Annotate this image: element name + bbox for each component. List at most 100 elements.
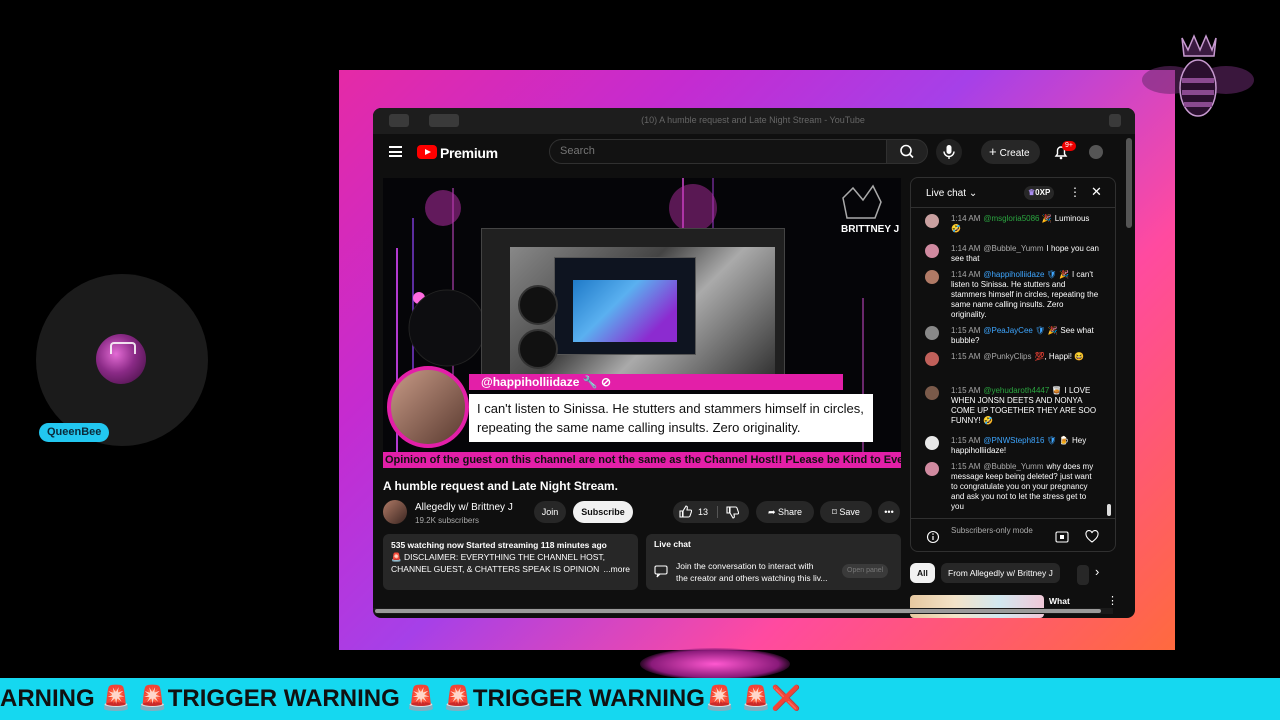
chat-timestamp: 1:15 AM	[951, 326, 981, 335]
chat-message[interactable]: 1:15 AM @PNWSteph816 🛡 🍺 Hey happiholliida…	[925, 436, 1099, 456]
chat-message[interactable]: 1:14 AM @happiholliidaze 🛡 🎉 I can't liste…	[925, 270, 1099, 320]
chat-author-avatar[interactable]	[925, 386, 939, 400]
chip-overflow[interactable]	[1077, 565, 1089, 585]
like-dislike-group: 13	[673, 501, 749, 523]
account-avatar[interactable]	[1089, 145, 1103, 159]
close-icon[interactable]: ✕	[1091, 184, 1102, 200]
live-chat-panel: Live chat ⌄ ♛0XP ⋮ ✕ 1:14 AM @msgloria508…	[910, 177, 1116, 552]
chevron-down-icon: ⌄	[968, 188, 978, 199]
chat-bubble-icon	[654, 565, 668, 578]
search-icon	[900, 144, 914, 159]
share-browser-icon[interactable]	[1109, 114, 1121, 127]
chat-author[interactable]: @PNWSteph816 🛡 🍺	[983, 436, 1069, 445]
browser-window: (10) A humble request and Late Night Str…	[373, 108, 1135, 618]
sidebar-toggle-icon[interactable]	[389, 114, 409, 127]
chat-timestamp: 1:14 AM	[951, 270, 981, 279]
create-label: Create	[999, 148, 1030, 159]
chat-scrollbar[interactable]	[1107, 504, 1111, 516]
join-button[interactable]: Join	[534, 501, 566, 523]
chat-author[interactable]: @PeaJayCee 🛡 🎉	[983, 326, 1057, 335]
xp-badge[interactable]: ♛0XP	[1024, 186, 1055, 200]
chevron-right-icon[interactable]: ›	[1095, 564, 1099, 579]
youtube-logo-icon[interactable]	[417, 145, 437, 159]
chat-message[interactable]: 1:15 AM @PeaJayCee 🛡 🎉 See what bubble?	[925, 326, 1099, 346]
chat-author-avatar[interactable]	[925, 270, 939, 284]
chat-author-avatar[interactable]	[925, 462, 939, 476]
chat-mode-dropdown[interactable]: Live chat ⌄	[926, 188, 977, 199]
video-player[interactable]: BRITTNEY J @happiholliidaze 🔧 ⊘ I can't …	[383, 178, 901, 468]
channel-avatar[interactable]	[383, 500, 407, 524]
description-more-link[interactable]: ...more	[601, 563, 630, 575]
plus-icon: +	[989, 144, 997, 159]
info-icon[interactable]	[926, 530, 940, 544]
description-stats: 535 watching now Started streaming 118 m…	[391, 540, 607, 550]
channel-name[interactable]: Allegedly w/ Brittney J	[415, 502, 513, 513]
chat-author[interactable]: @Bubble_Yumm	[983, 462, 1043, 471]
live-chat-box: Live chat Join the conversation to inter…	[646, 534, 901, 590]
chat-author[interactable]: @PunkyClips	[983, 352, 1031, 361]
chat-author[interactable]: @yehudaroth4447 🥃	[983, 386, 1061, 395]
brand-label[interactable]: Premium	[440, 145, 498, 161]
recommendation-thumbnail[interactable]	[910, 595, 1044, 618]
heart-icon[interactable]	[1085, 530, 1099, 543]
open-panel-button[interactable]: Open panel	[842, 564, 889, 578]
chat-author[interactable]: @msgloria5086 🎉	[983, 214, 1051, 223]
nav-arrows-icon[interactable]	[429, 114, 459, 127]
brand-watermark: BRITTNEY J	[841, 224, 900, 235]
page-vertical-scrollbar[interactable]	[1126, 138, 1132, 228]
search-box[interactable]	[549, 139, 887, 164]
chat-author-avatar[interactable]	[925, 326, 939, 340]
video-title: A humble request and Late Night Stream.	[383, 479, 618, 493]
notification-badge: 9+	[1062, 141, 1076, 151]
search-button[interactable]	[886, 139, 928, 164]
description-line-1: 🚨 DISCLAIMER: EVERYTHING THE CHANNEL HOS…	[391, 552, 605, 562]
chat-message[interactable]: 1:14 AM @msgloria5086 🎉 Luminous 🤣	[925, 214, 1099, 234]
chat-timestamp: 1:15 AM	[951, 386, 981, 395]
chat-message[interactable]: 1:15 AM @Bubble_Yumm why does my message k…	[925, 462, 1099, 512]
chat-author[interactable]: @Bubble_Yumm	[983, 244, 1043, 253]
highlight-avatar	[387, 366, 469, 448]
chat-author-avatar[interactable]	[925, 244, 939, 258]
chat-message[interactable]: 1:15 AM @PunkyClips 💯, Happi! 😆	[925, 352, 1099, 366]
search-input[interactable]	[560, 145, 860, 157]
save-label: Save	[839, 507, 860, 517]
chat-message[interactable]: 1:15 AM @yehudaroth4447 🥃 I LOVE WHEN JONS…	[925, 386, 1099, 426]
description-box[interactable]: 535 watching now Started streaming 118 m…	[383, 534, 638, 590]
create-button[interactable]: + Create	[981, 140, 1040, 164]
live-chat-box-text-2: the creator and others watching this liv…	[676, 573, 828, 583]
page-horizontal-scrollbar[interactable]	[373, 608, 1113, 614]
chat-author-avatar[interactable]	[925, 352, 939, 366]
chat-text: 💯, Happi! 😆	[1034, 352, 1085, 361]
like-count: 13	[698, 507, 709, 517]
chat-timestamp: 1:14 AM	[951, 244, 981, 253]
streamer-avatar	[96, 334, 146, 384]
superchat-icon[interactable]	[1055, 531, 1069, 543]
voice-search-button[interactable]	[936, 139, 962, 165]
recommendation-title[interactable]: What	[1049, 596, 1070, 606]
trigger-warning-ticker: ARNING 🚨 🚨TRIGGER WARNING 🚨 🚨TRIGGER WAR…	[0, 678, 1280, 720]
save-button[interactable]: ⌑ Save	[820, 501, 872, 523]
bookmark-icon: ⌑	[832, 507, 837, 517]
chat-header: Live chat ⌄ ♛0XP ⋮ ✕	[911, 178, 1115, 208]
chip-from-channel[interactable]: From Allegedly w/ Brittney J	[941, 563, 1060, 583]
subscribe-button[interactable]: Subscribe	[573, 501, 633, 523]
chip-all[interactable]: All	[910, 563, 935, 583]
live-chat-box-title: Live chat	[654, 539, 691, 549]
thumbs-down-icon[interactable]	[726, 506, 739, 519]
video-ticker: Opinion of the guest on this channel are…	[383, 452, 901, 468]
chat-message[interactable]: 1:14 AM @Bubble_Yumm I hope you can see th…	[925, 244, 1099, 264]
chat-author[interactable]: @happiholliidaze 🛡 🎉	[983, 270, 1069, 279]
recommendation-more-icon[interactable]: ⋮	[1107, 594, 1118, 607]
chat-author-avatar[interactable]	[925, 436, 939, 450]
hamburger-menu-icon[interactable]	[389, 146, 402, 157]
chat-more-icon[interactable]: ⋮	[1069, 185, 1081, 199]
share-button[interactable]: ➦ Share	[756, 501, 814, 523]
share-label: Share	[778, 507, 803, 517]
thumbs-up-icon	[679, 505, 692, 518]
chat-timestamp: 1:15 AM	[951, 462, 981, 471]
xp-label: 0XP	[1035, 188, 1051, 197]
chat-author-avatar[interactable]	[925, 214, 939, 228]
more-actions-button[interactable]: •••	[878, 501, 900, 523]
microphone-icon	[943, 145, 955, 159]
chat-timestamp: 1:14 AM	[951, 214, 981, 223]
